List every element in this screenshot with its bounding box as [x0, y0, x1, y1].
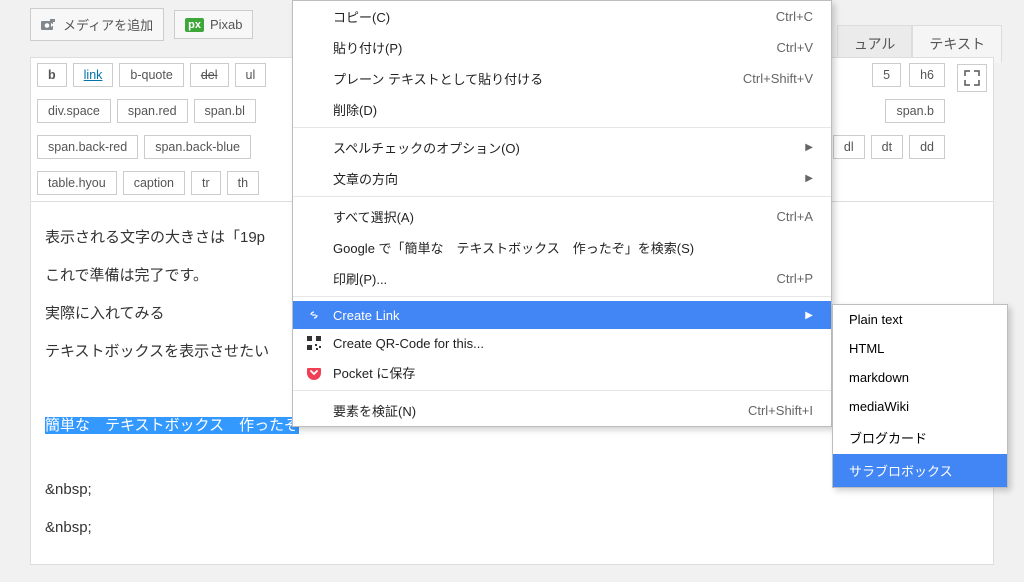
context-menu-item[interactable]: すべて選択(A) Ctrl+A: [293, 201, 831, 232]
qt-div-space[interactable]: div.space: [37, 99, 111, 123]
qt-back-red[interactable]: span.back-red: [37, 135, 138, 159]
camera-icon: [41, 18, 57, 32]
context-menu-item[interactable]: 要素を検証(N) Ctrl+Shift+I: [293, 395, 831, 426]
submenu-item[interactable]: markdown: [833, 363, 1007, 392]
qt-dl[interactable]: dl: [833, 135, 865, 159]
pixabay-icon: px: [185, 18, 204, 32]
pocket-icon: [305, 364, 323, 382]
submenu-arrow-icon: ▶: [805, 310, 813, 321]
menu-item-label: 文章の方向: [333, 169, 398, 188]
submenu-item[interactable]: mediaWiki: [833, 392, 1007, 421]
submenu-arrow-icon: ▶: [805, 142, 813, 153]
context-menu-item[interactable]: 貼り付け(P) Ctrl+V: [293, 32, 831, 63]
pixabay-label: Pixab: [210, 17, 243, 32]
link-icon: [305, 306, 323, 324]
menu-item-label: Create Link: [333, 308, 399, 323]
submenu-arrow-icon: ▶: [805, 173, 813, 184]
qt-span-b[interactable]: span.b: [885, 99, 945, 123]
submenu-item[interactable]: ブログカード: [833, 421, 1007, 454]
qt-span-bl[interactable]: span.bl: [194, 99, 256, 123]
context-menu-item[interactable]: Google で「簡単な テキストボックス 作ったぞ」を検索(S): [293, 232, 831, 263]
selected-text: 簡単な テキストボックス 作ったぞ: [45, 417, 299, 434]
menu-shortcut: Ctrl+V: [777, 40, 813, 55]
menu-shortcut: Ctrl+Shift+V: [743, 71, 813, 86]
qt-table-hyou[interactable]: table.hyou: [37, 171, 117, 195]
menu-item-label: スペルチェックのオプション(O): [333, 138, 520, 157]
context-menu-item[interactable]: 削除(D): [293, 94, 831, 128]
create-link-submenu: Plain textHTMLmarkdownmediaWikiブログカードサラブ…: [832, 304, 1008, 488]
qt-caption[interactable]: caption: [123, 171, 185, 195]
menu-item-label: 印刷(P)...: [333, 269, 387, 288]
context-menu-item[interactable]: 文章の方向 ▶: [293, 163, 831, 197]
context-menu-item[interactable]: プレーン テキストとして貼り付ける Ctrl+Shift+V: [293, 63, 831, 94]
context-menu-item[interactable]: スペルチェックのオプション(O) ▶: [293, 132, 831, 163]
menu-item-label: Create QR-Code for this...: [333, 336, 484, 351]
submenu-item[interactable]: HTML: [833, 334, 1007, 363]
context-menu-item[interactable]: コピー(C) Ctrl+C: [293, 1, 831, 32]
qr-icon: [305, 334, 323, 352]
qt-ul[interactable]: ul: [235, 63, 267, 87]
qt-th[interactable]: th: [227, 171, 259, 195]
context-menu-item[interactable]: Create Link ▶: [293, 301, 831, 329]
submenu-item[interactable]: サラブロボックス: [833, 454, 1007, 487]
menu-item-label: すべて選択(A): [333, 207, 414, 226]
add-media-button[interactable]: メディアを追加: [30, 8, 164, 41]
menu-shortcut: Ctrl+Shift+I: [748, 403, 813, 418]
menu-item-label: 削除(D): [333, 100, 377, 119]
submenu-item[interactable]: Plain text: [833, 305, 1007, 334]
menu-shortcut: Ctrl+A: [777, 209, 813, 224]
menu-item-label: Google で「簡単な テキストボックス 作ったぞ」を検索(S): [333, 238, 694, 257]
qt-h5[interactable]: 5: [872, 63, 901, 87]
qt-span-red[interactable]: span.red: [117, 99, 188, 123]
menu-shortcut: Ctrl+P: [777, 271, 813, 286]
menu-shortcut: Ctrl+C: [776, 9, 813, 24]
qt-tr[interactable]: tr: [191, 171, 221, 195]
qt-b[interactable]: b: [37, 63, 67, 87]
editor-nbsp: &nbsp;: [45, 516, 979, 540]
menu-item-label: Pocket に保存: [333, 363, 415, 382]
qt-dd[interactable]: dd: [909, 135, 945, 159]
context-menu-item[interactable]: Pocket に保存: [293, 357, 831, 391]
qt-h6[interactable]: h6: [909, 63, 945, 87]
qt-dt[interactable]: dt: [871, 135, 903, 159]
qt-back-blue[interactable]: span.back-blue: [144, 135, 251, 159]
menu-item-label: プレーン テキストとして貼り付ける: [333, 69, 543, 88]
fullscreen-button[interactable]: [957, 64, 987, 92]
qt-link[interactable]: link: [73, 63, 114, 87]
context-menu-item[interactable]: 印刷(P)... Ctrl+P: [293, 263, 831, 297]
menu-item-label: 要素を検証(N): [333, 401, 416, 420]
context-menu: コピー(C) Ctrl+C 貼り付け(P) Ctrl+V プレーン テキストとして貼り付…: [292, 0, 832, 427]
pixabay-button[interactable]: px Pixab: [174, 10, 253, 39]
qt-bquote[interactable]: b-quote: [119, 63, 183, 87]
qt-del[interactable]: del: [190, 63, 229, 87]
menu-item-label: コピー(C): [333, 7, 390, 26]
context-menu-item[interactable]: Create QR-Code for this...: [293, 329, 831, 357]
menu-item-label: 貼り付け(P): [333, 38, 402, 57]
add-media-label: メディアを追加: [63, 15, 153, 34]
